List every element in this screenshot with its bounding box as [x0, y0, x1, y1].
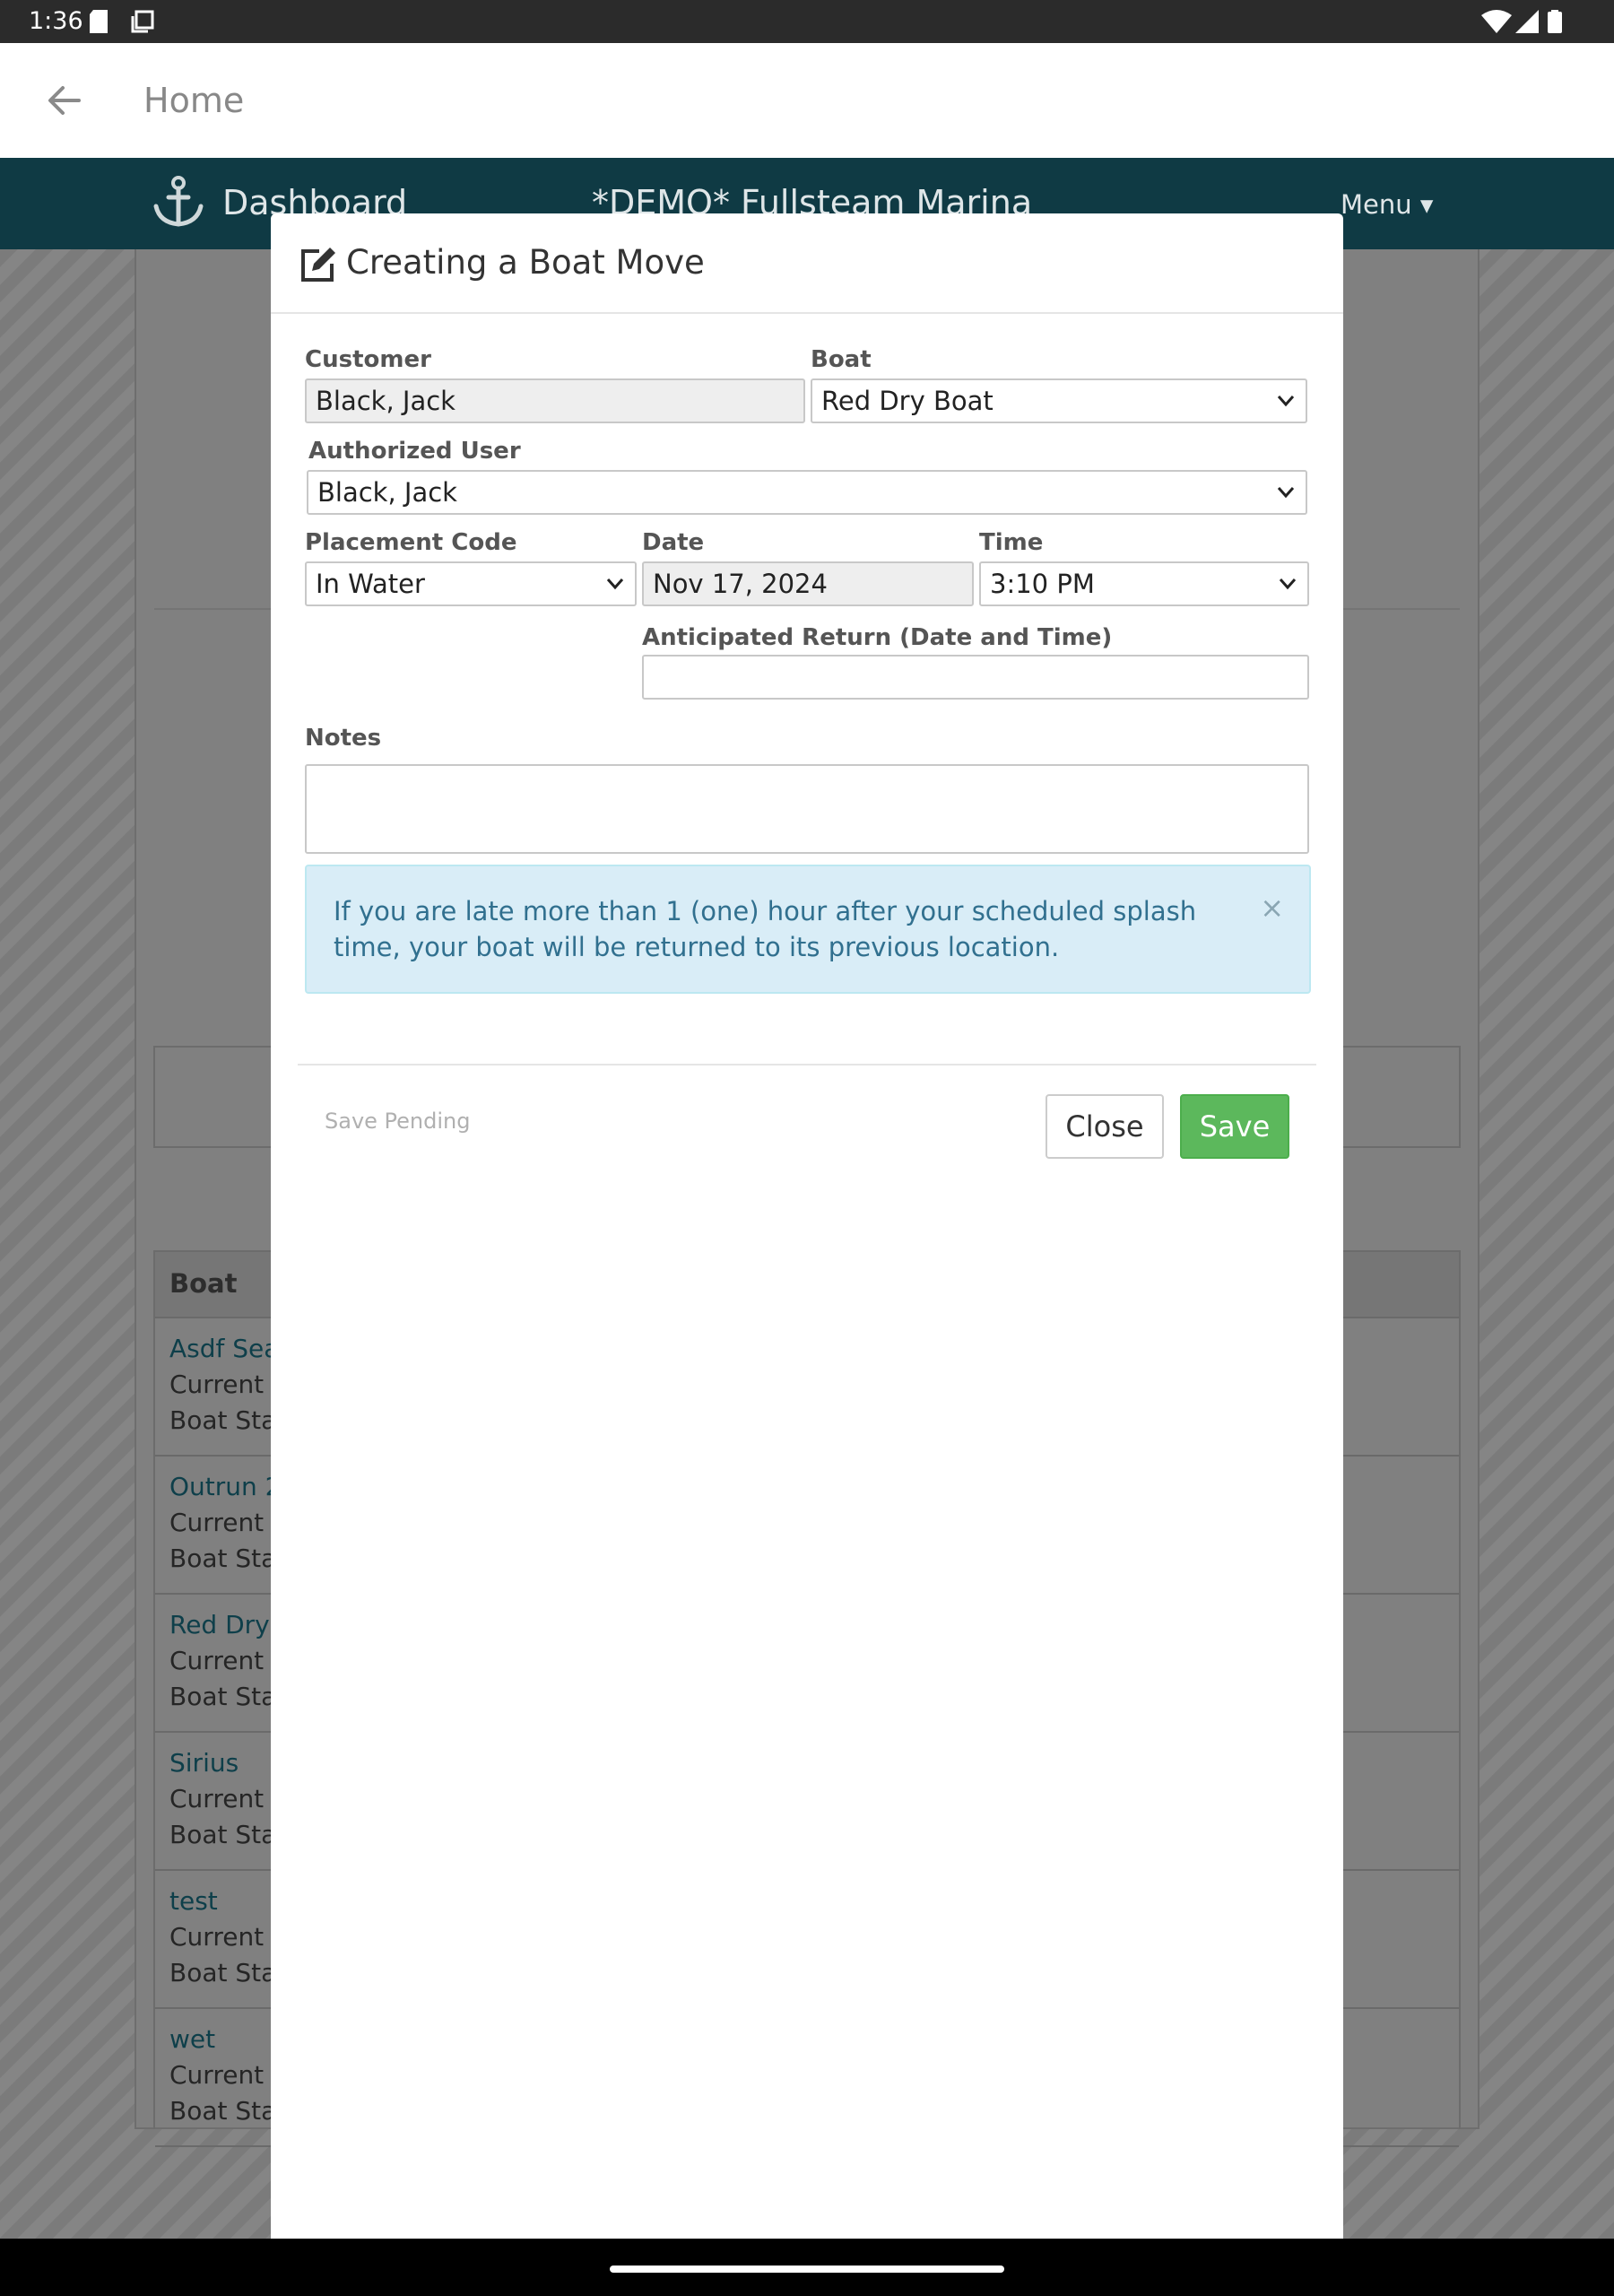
edit-icon [301, 248, 335, 282]
chevron-down-icon [1277, 396, 1295, 407]
chevron-down-icon [1277, 487, 1295, 499]
app-bar: Home [0, 43, 1614, 158]
boat-label: Boat [811, 346, 872, 373]
chevron-down-icon [1279, 578, 1297, 590]
back-arrow-icon[interactable] [43, 79, 86, 122]
placement-code-select[interactable]: In Water [305, 561, 637, 606]
boat-move-modal: Creating a Boat Move Customer Black, Jac… [271, 213, 1343, 2239]
modal-title: Creating a Boat Move [346, 243, 705, 282]
signal-icon [1515, 10, 1539, 33]
placement-code-label: Placement Code [305, 529, 517, 556]
modal-header: Creating a Boat Move [271, 213, 1343, 314]
sd-card-icon [90, 10, 108, 33]
time-select-value: 3:10 PM [990, 569, 1095, 599]
app-title: Home [143, 81, 245, 120]
authorized-user-select-value: Black, Jack [317, 477, 457, 508]
authorized-user-select[interactable]: Black, Jack [307, 470, 1307, 515]
time-label: Time [979, 529, 1044, 556]
alert-text: If you are late more than 1 (one) hour a… [334, 896, 1197, 962]
anticipated-return-input[interactable] [642, 655, 1309, 700]
save-pending-status: Save Pending [325, 1109, 471, 1134]
modal-footer-divider [298, 1064, 1316, 1065]
save-button[interactable]: Save [1180, 1094, 1289, 1159]
battery-icon [1548, 10, 1562, 33]
customer-label: Customer [305, 346, 431, 373]
late-warning-alert: If you are late more than 1 (one) hour a… [305, 865, 1311, 994]
customer-field: Black, Jack [305, 378, 805, 423]
status-time: 1:36 [29, 7, 83, 35]
authorized-user-label: Authorized User [308, 438, 521, 465]
notes-label: Notes [305, 725, 382, 752]
anchor-icon [153, 176, 204, 227]
status-bar: 1:36 [0, 0, 1614, 43]
boat-select-value: Red Dry Boat [821, 386, 994, 416]
date-input[interactable]: Nov 17, 2024 [642, 561, 974, 606]
alert-close-icon[interactable]: × [1260, 891, 1284, 924]
placement-code-select-value: In Water [316, 569, 425, 599]
screen-icon [131, 10, 154, 33]
close-button[interactable]: Close [1046, 1094, 1164, 1159]
time-select[interactable]: 3:10 PM [979, 561, 1309, 606]
home-gesture-handle[interactable] [610, 2266, 1004, 2273]
date-label: Date [642, 529, 705, 556]
wifi-icon [1481, 10, 1512, 33]
nav-menu-dropdown[interactable]: Menu ▾ [1341, 187, 1433, 222]
notes-textarea[interactable] [305, 764, 1309, 854]
anticipated-return-label: Anticipated Return (Date and Time) [642, 624, 1113, 651]
system-nav-bar [0, 2239, 1614, 2296]
boat-select[interactable]: Red Dry Boat [811, 378, 1307, 423]
chevron-down-icon [606, 578, 624, 590]
